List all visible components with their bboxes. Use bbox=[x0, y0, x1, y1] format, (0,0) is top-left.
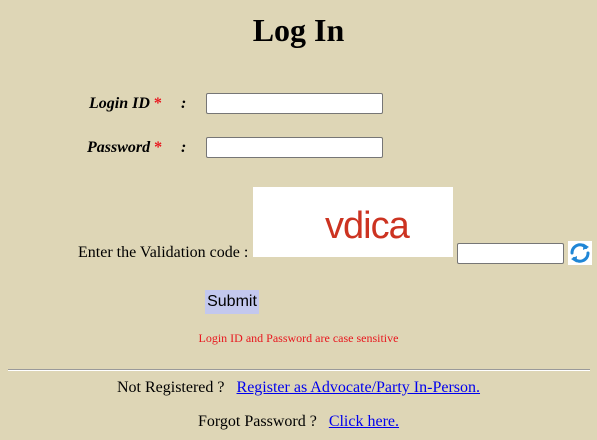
case-sensitive-note: Login ID and Password are case sensitive bbox=[198, 331, 399, 345]
login-id-required-mark: * bbox=[153, 95, 162, 112]
captcha-text: vdica bbox=[325, 205, 411, 247]
login-id-label: Login ID * bbox=[89, 94, 162, 114]
login-id-colon: : bbox=[181, 95, 187, 112]
password-label: Password * bbox=[87, 138, 162, 158]
login-id-label-text: Login ID bbox=[89, 95, 150, 112]
divider bbox=[8, 369, 590, 371]
validation-code-input[interactable] bbox=[457, 243, 564, 264]
password-label-text: Password bbox=[87, 139, 151, 156]
password-required-mark: * bbox=[154, 139, 163, 156]
page-title: Log In bbox=[252, 12, 345, 48]
refresh-icon[interactable] bbox=[568, 241, 592, 265]
register-line: Not Registered ? Register as Advocate/Pa… bbox=[0, 378, 597, 398]
login-id-input[interactable] bbox=[206, 93, 383, 114]
forgot-password-link[interactable]: Click here. bbox=[329, 413, 399, 430]
forgot-password-prompt: Forgot Password ? bbox=[197, 413, 317, 430]
captcha-image-graphic: vdica bbox=[325, 205, 412, 247]
register-link[interactable]: Register as Advocate/Party In-Person. bbox=[237, 379, 481, 396]
submit-button[interactable]: Submit bbox=[205, 290, 259, 314]
password-colon: : bbox=[181, 139, 187, 156]
captcha-image: vdica bbox=[253, 187, 453, 257]
validation-code-label: Enter the Validation code : bbox=[78, 244, 249, 261]
not-registered-prompt: Not Registered ? bbox=[116, 379, 225, 396]
password-input[interactable] bbox=[206, 137, 383, 158]
forgot-password-line: Forgot Password ? Click here. bbox=[0, 412, 597, 432]
